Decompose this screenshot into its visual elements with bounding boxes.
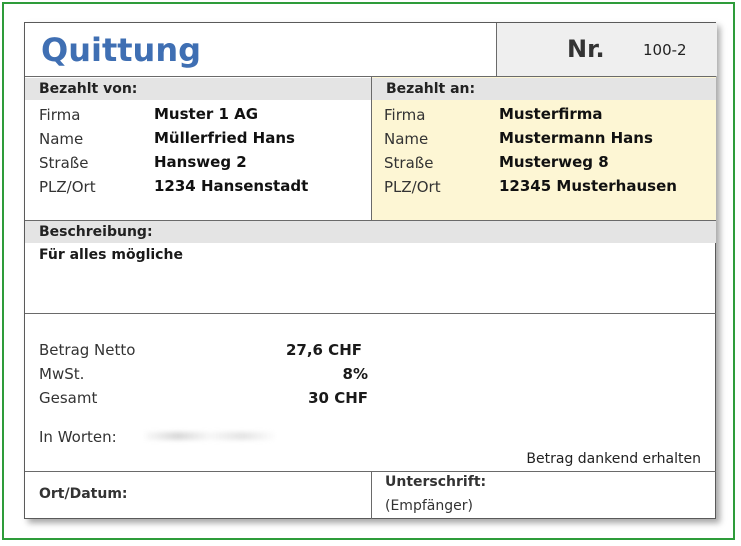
amount-label-vat: MwSt.: [39, 365, 85, 383]
paid-by-value-name: Müllerfried Hans: [154, 129, 295, 147]
paid-to-value-street: Musterweg 8: [499, 153, 609, 171]
amount-label-net: Betrag Netto: [39, 341, 136, 359]
paid-to-value-firma: Musterfirma: [499, 105, 603, 123]
in-words-label: In Worten:: [39, 428, 117, 446]
paid-by-value-street: Hansweg 2: [154, 153, 247, 171]
paid-by-label-firma: Firma: [39, 106, 81, 124]
description-heading: Beschreibung:: [25, 221, 716, 243]
receipt-title: Quittung: [41, 31, 202, 69]
amount-value-net: 27,6 CHF: [285, 341, 362, 359]
paid-to-label-street: Straße: [384, 154, 434, 172]
amount-label-total: Gesamt: [39, 389, 98, 407]
recipient-label: (Empfänger): [385, 498, 473, 514]
divider-amounts-top: [25, 313, 716, 314]
paid-by-label-street: Straße: [39, 154, 89, 172]
paid-by-label-name: Name: [39, 130, 84, 148]
paid-to-label-firma: Firma: [384, 106, 426, 124]
paid-by-label-city: PLZ/Ort: [39, 178, 96, 196]
paid-to-heading: Bezahlt an:: [372, 78, 716, 100]
paid-by-heading: Bezahlt von:: [25, 78, 371, 100]
paid-by-value-city: 1234 Hansenstadt: [154, 177, 309, 195]
in-words-redacted: [145, 432, 275, 440]
amount-value-total: 30 CHF: [308, 389, 368, 407]
signature-label: Unterschrift:: [385, 474, 487, 490]
description-text: Für alles mögliche: [39, 247, 183, 263]
receipt-number-label: Nr.: [567, 35, 605, 63]
divider-footer-columns: [371, 471, 372, 519]
amount-value-vat: 8%: [342, 365, 368, 383]
place-date-label: Ort/Datum:: [39, 486, 128, 502]
receipt-number-box: Nr. 100-2: [496, 23, 717, 76]
receipt-number-value: 100-2: [643, 41, 687, 59]
paid-to-value-name: Mustermann Hans: [499, 129, 653, 147]
paid-to-value-city: 12345 Musterhausen: [499, 177, 677, 195]
paid-to-label-city: PLZ/Ort: [384, 178, 441, 196]
divider-paid-columns: [371, 77, 372, 220]
receipt: Quittung Nr. 100-2 Bezahlt von: Bezahlt …: [24, 22, 717, 519]
paid-to-label-name: Name: [384, 130, 429, 148]
thanks-note: Betrag dankend erhalten: [526, 451, 701, 467]
paid-by-value-firma: Muster 1 AG: [154, 105, 259, 123]
